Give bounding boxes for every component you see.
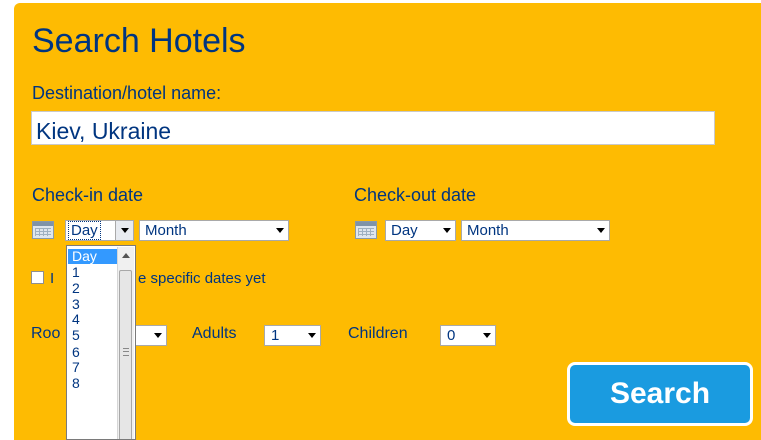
checkin-month-select[interactable]: Month	[139, 220, 289, 241]
adults-label: Adults	[192, 325, 237, 342]
chevron-down-icon	[597, 228, 605, 233]
flexible-dates-checkbox[interactable]	[31, 271, 44, 284]
checkin-day-arrow[interactable]	[115, 221, 133, 240]
checkout-month-value: Month	[467, 222, 509, 239]
dropdown-option[interactable]: 4	[68, 312, 122, 327]
rooms-label: Roo	[31, 325, 61, 342]
scrollbar-thumb[interactable]	[119, 270, 132, 439]
checkin-day-value: Day	[68, 221, 101, 240]
checkin-month-value: Month	[145, 222, 187, 239]
flexible-dates-label-end: e specific dates yet	[138, 270, 266, 287]
page-title: Search Hotels	[32, 22, 246, 60]
dropdown-option[interactable]: 2	[68, 281, 122, 296]
chevron-down-icon	[443, 228, 451, 233]
chevron-down-icon	[276, 228, 284, 233]
destination-label: Destination/hotel name:	[32, 83, 222, 103]
checkout-day-value: Day	[391, 222, 418, 239]
day-dropdown-list[interactable]: Day 1 2 3 4 5 6 7 8	[66, 245, 136, 440]
dropdown-option[interactable]: 1	[68, 265, 122, 280]
dropdown-option[interactable]: 7	[68, 360, 122, 375]
flexible-dates-label-start: I	[50, 270, 55, 287]
dropdown-scrollbar[interactable]	[117, 247, 134, 439]
children-select[interactable]: 0	[440, 325, 496, 346]
destination-input[interactable]: Kiev, Ukraine	[31, 111, 715, 145]
checkin-day-select[interactable]: Day	[65, 220, 134, 241]
chevron-down-icon	[483, 333, 491, 338]
chevron-down-icon	[154, 333, 162, 338]
checkout-label: Check-out date	[354, 185, 477, 205]
children-value: 0	[447, 327, 456, 344]
dropdown-option[interactable]: Day	[68, 249, 122, 264]
checkout-day-select[interactable]: Day	[385, 220, 456, 241]
search-button[interactable]: Search	[567, 362, 753, 426]
children-label: Children	[348, 325, 408, 342]
calendar-icon[interactable]	[355, 221, 377, 239]
dropdown-option[interactable]: 8	[68, 376, 122, 391]
adults-select[interactable]: 1	[264, 325, 321, 346]
calendar-icon[interactable]	[32, 221, 54, 239]
rooms-select[interactable]	[134, 325, 167, 346]
scroll-up-icon[interactable]	[122, 253, 130, 258]
dropdown-option[interactable]: 5	[68, 328, 122, 343]
chevron-down-icon	[121, 228, 129, 233]
adults-value: 1	[271, 327, 280, 344]
chevron-down-icon	[308, 333, 316, 338]
dropdown-option[interactable]: 3	[68, 297, 122, 312]
dropdown-option[interactable]: 6	[68, 345, 122, 360]
grip-icon	[123, 348, 129, 356]
checkin-label: Check-in date	[32, 185, 144, 205]
checkout-month-select[interactable]: Month	[461, 220, 610, 241]
